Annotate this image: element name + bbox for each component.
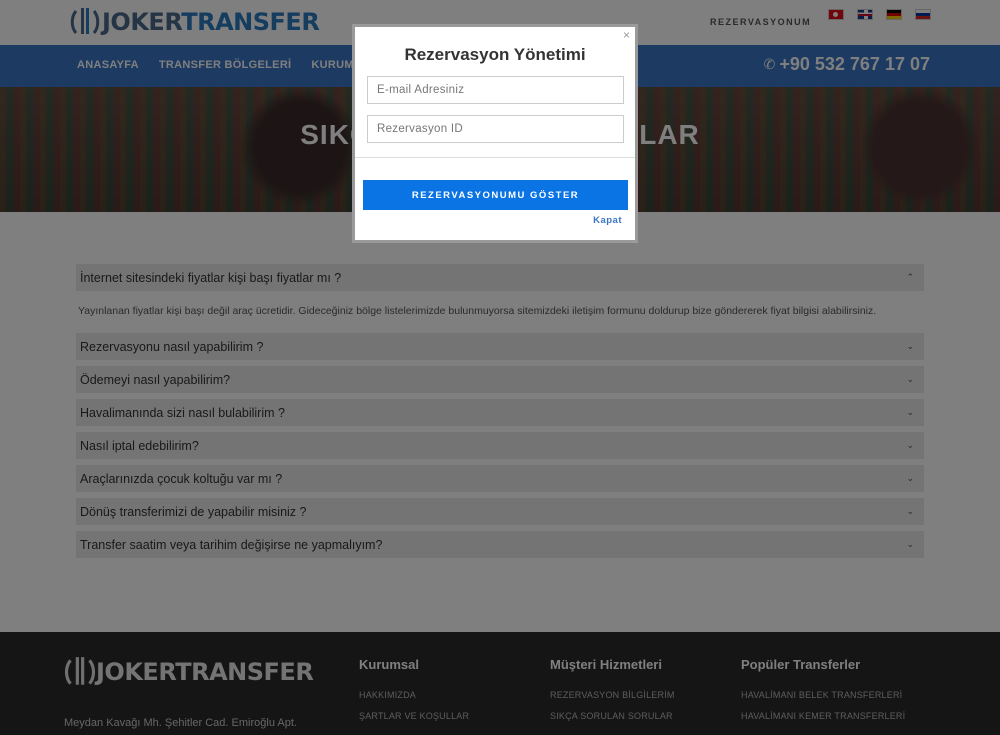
close-icon[interactable]: ×: [623, 28, 630, 42]
reservation-modal: × Rezervasyon Yönetimi REZERVASYONUMU GÖ…: [352, 24, 638, 243]
email-input[interactable]: [367, 76, 624, 104]
modal-title: Rezervasyon Yönetimi: [404, 45, 586, 64]
reservation-id-input[interactable]: [367, 115, 624, 143]
close-link[interactable]: Kapat: [593, 215, 622, 226]
show-reservation-button[interactable]: REZERVASYONUMU GÖSTER: [363, 180, 628, 210]
modal-divider: [355, 157, 635, 158]
